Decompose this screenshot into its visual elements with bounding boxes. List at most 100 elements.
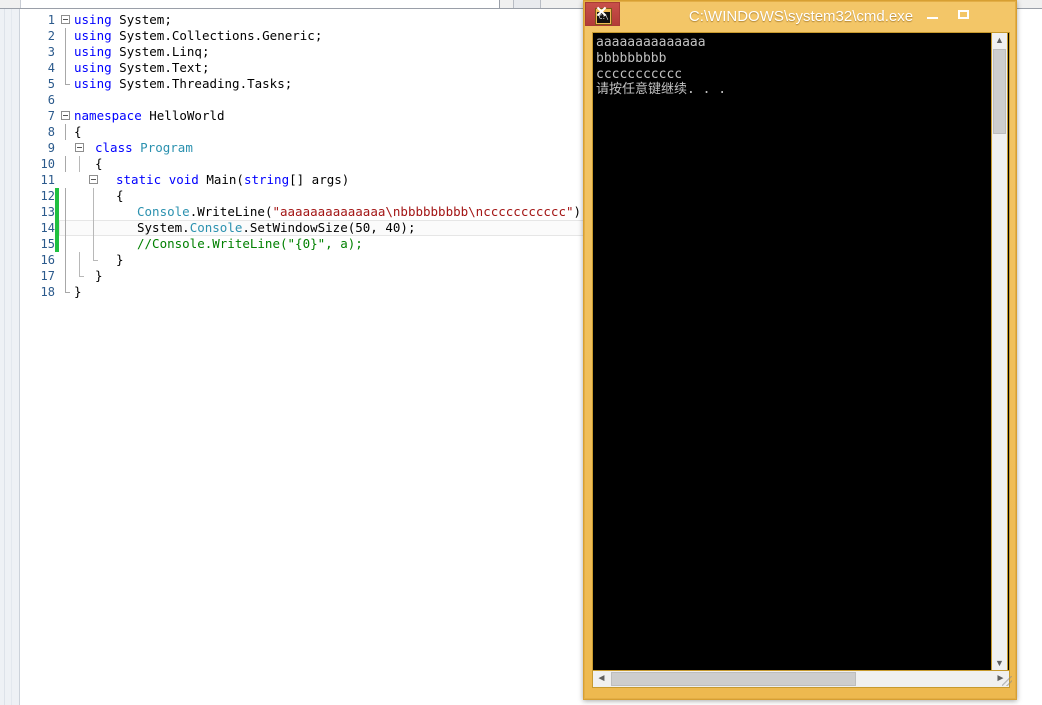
fold-guide-line	[93, 188, 94, 204]
vertical-scrollbar-thumb[interactable]	[993, 49, 1006, 134]
code-token: namespace	[74, 108, 142, 123]
line-number: 5	[47, 77, 55, 91]
horizontal-scrollbar-thumb[interactable]	[611, 672, 856, 686]
code-token: using	[74, 60, 112, 75]
fold-guide-line	[65, 268, 66, 284]
close-icon: ✕	[595, 4, 608, 21]
line-number: 9	[47, 141, 55, 155]
scroll-down-icon[interactable]: ▼	[992, 656, 1007, 671]
cmd-console-output-area[interactable]: aaaaaaaaaaaaaa bbbbbbbbb ccccccccccc 请按任意键继…	[592, 32, 1010, 672]
line-number: 14	[40, 221, 55, 235]
code-text: System.Console.SetWindowSize(50, 40);	[137, 220, 415, 236]
scroll-up-icon[interactable]: ▲	[992, 33, 1007, 48]
console-output-line: aaaaaaaaaaaaaa	[596, 35, 706, 50]
console-output-line: bbbbbbbbb	[596, 50, 667, 66]
code-token: {	[116, 188, 124, 203]
fold-guide-line	[65, 156, 66, 172]
scroll-left-icon[interactable]: ◄	[593, 671, 610, 687]
fold-toggle-icon[interactable]	[75, 143, 84, 152]
cmd-console-text: aaaaaaaaaaaaaa bbbbbbbbb ccccccccccc 请按任意键继…	[596, 35, 986, 98]
cmd-horizontal-scrollbar[interactable]: ◄ ►	[592, 670, 1010, 688]
code-token: Console	[137, 204, 190, 219]
fold-guide-line	[65, 252, 66, 268]
fold-guide-end	[65, 284, 70, 293]
code-text: using System.Linq;	[74, 44, 209, 60]
code-token: //Console.WriteLine("{0}", a);	[137, 236, 363, 251]
fold-toggle-icon[interactable]	[89, 175, 98, 184]
cmd-window-frame: C:\ C:\WINDOWS\system32\cmd.exe ✕ aaaaaa…	[584, 1, 1016, 699]
cmd-window[interactable]: C:\ C:\WINDOWS\system32\cmd.exe ✕ aaaaaa…	[583, 0, 1017, 700]
fold-guide-line	[79, 156, 80, 172]
cmd-titlebar[interactable]: C:\ C:\WINDOWS\system32\cmd.exe ✕	[585, 2, 1017, 32]
fold-guide-line	[65, 60, 66, 76]
fold-guide-line	[79, 252, 80, 268]
close-button[interactable]: ✕	[585, 2, 620, 26]
fold-guide-line	[93, 220, 94, 236]
ide-tool-tab[interactable]	[513, 0, 541, 8]
code-token: "aaaaaaaaaaaaaa\nbbbbbbbbb\nccccccccccc"	[272, 204, 574, 219]
line-number: 6	[47, 93, 55, 107]
code-token: System;	[111, 12, 172, 27]
code-token: System.Threading.Tasks;	[111, 76, 293, 91]
fold-guide-line	[65, 28, 66, 44]
ide-left-dock-strip[interactable]	[0, 9, 20, 705]
code-text: //Console.WriteLine("{0}", a);	[137, 236, 363, 252]
fold-guide-line	[65, 204, 66, 220]
line-number: 3	[47, 45, 55, 59]
code-token: System.Collections.Generic;	[111, 28, 323, 43]
line-number: 13	[40, 205, 55, 219]
code-token: System.	[137, 220, 190, 235]
code-token: .WriteLine(	[189, 204, 273, 219]
code-text: {	[95, 156, 103, 172]
line-number: 7	[47, 109, 55, 123]
code-token: {	[95, 156, 103, 171]
resize-grip-icon[interactable]	[1002, 676, 1012, 686]
code-token: [] args)	[289, 172, 350, 187]
ide-left-dock-divider-2	[11, 9, 12, 705]
fold-guide-end	[79, 268, 84, 277]
code-text: namespace HelloWorld	[74, 108, 225, 124]
line-number: 18	[40, 285, 55, 299]
maximize-icon	[958, 10, 969, 19]
fold-guide-line	[65, 44, 66, 60]
fold-toggle-icon[interactable]	[61, 15, 70, 24]
minimize-button[interactable]	[918, 4, 947, 26]
code-text: static void Main(string[] args)	[116, 172, 349, 188]
line-number: 15	[40, 237, 55, 251]
code-text: using System;	[74, 12, 172, 28]
code-text: using System.Threading.Tasks;	[74, 76, 292, 92]
code-token: using	[74, 28, 112, 43]
code-token: using	[74, 12, 112, 27]
maximize-button[interactable]	[949, 4, 978, 26]
code-token: }	[116, 252, 124, 267]
fold-toggle-icon[interactable]	[61, 111, 70, 120]
code-token: HelloWorld	[141, 108, 225, 123]
fold-guide-line	[65, 220, 66, 236]
fold-guide-end	[65, 76, 70, 85]
code-text: {	[74, 124, 82, 140]
code-token: System.Linq;	[111, 44, 210, 59]
code-text: class Program	[95, 140, 193, 156]
line-number: 16	[40, 253, 55, 267]
code-token: Main(	[198, 172, 244, 187]
code-token: using	[74, 76, 112, 91]
code-token: Console	[189, 220, 243, 235]
code-token: }	[95, 268, 103, 283]
code-token: class	[95, 140, 133, 155]
code-token: {	[74, 124, 82, 139]
line-number: 8	[47, 125, 55, 139]
cmd-vertical-scrollbar[interactable]: ▲ ▼	[991, 32, 1008, 672]
console-output-line: 请按任意键继续. . .	[596, 82, 727, 98]
code-text: {	[116, 188, 124, 204]
code-text: using System.Text;	[74, 60, 209, 76]
fold-guide-end	[93, 252, 98, 261]
code-token: string	[243, 172, 290, 187]
line-number: 12	[40, 189, 55, 203]
line-number: 1	[47, 13, 55, 27]
fold-guide-line	[65, 236, 66, 252]
fold-guide-line	[93, 204, 94, 220]
code-token: System.Text;	[111, 60, 210, 75]
line-number: 10	[40, 157, 55, 171]
code-token: Program	[140, 140, 193, 155]
